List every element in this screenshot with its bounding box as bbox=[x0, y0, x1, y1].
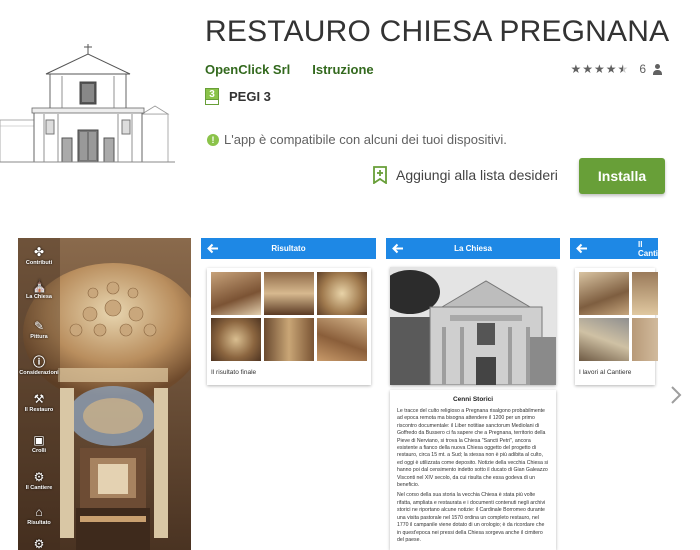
tools-icon: ⚒ bbox=[33, 392, 45, 406]
app-bar: Risultato bbox=[201, 238, 376, 259]
chevron-right-icon[interactable] bbox=[669, 384, 683, 406]
home-icon: ⌂ bbox=[35, 505, 43, 519]
frame-icon: ▣ bbox=[33, 433, 45, 447]
photo-grid-card[interactable]: I lavori al Cantiere bbox=[575, 268, 658, 385]
menu-label: Considerazioni bbox=[19, 370, 59, 376]
grid-photo[interactable] bbox=[211, 272, 261, 315]
pegi-badge-icon: 3 bbox=[205, 88, 219, 105]
app-bar-title: La Chiesa bbox=[454, 244, 492, 253]
menu-item-contributi[interactable]: ✤ Contributi bbox=[18, 246, 60, 266]
brush-icon: ✎ bbox=[33, 319, 45, 333]
menu-label: Il Restauro bbox=[24, 407, 54, 413]
menu-item-considerazioni[interactable]: ⓘ Considerazioni bbox=[18, 356, 60, 376]
back-arrow-icon[interactable] bbox=[207, 243, 219, 254]
star-icon: ★ bbox=[594, 62, 605, 76]
grid-photo[interactable] bbox=[264, 318, 314, 361]
pegi-label: PEGI 3 bbox=[229, 89, 271, 104]
rating: ★ ★ ★ ★ ★ 6 bbox=[570, 62, 662, 76]
grid-photo[interactable] bbox=[632, 272, 658, 315]
compatibility-text: L'app è compatibile con alcuni dei tuoi … bbox=[224, 132, 507, 147]
back-arrow-icon[interactable] bbox=[392, 243, 404, 254]
grid-photo[interactable] bbox=[579, 318, 629, 361]
grid-photo[interactable] bbox=[579, 272, 629, 315]
menu-label: Crolli bbox=[31, 448, 47, 454]
content-rating: 3 PEGI 3 bbox=[205, 88, 271, 105]
menu-label: La Chiesa bbox=[26, 294, 52, 300]
history-paragraph: Nel corso della sua storia la vecchia Ch… bbox=[397, 492, 546, 543]
history-heading: Cenni Storici bbox=[452, 396, 494, 403]
screenshot-church-interior[interactable]: ✤ Contributi ⛪ La Chiesa ✎ Pittura ⓘ Con… bbox=[18, 238, 191, 550]
church-icon: ⛪ bbox=[32, 279, 47, 293]
grid-caption: I lavori al Cantiere bbox=[579, 369, 632, 376]
bookmark-add-icon bbox=[373, 166, 387, 185]
menu-label: Il Cantiere bbox=[25, 485, 53, 491]
crane-icon: ⚙ bbox=[33, 470, 45, 484]
half-star-icon: ★ bbox=[617, 62, 629, 76]
history-paragraph: Le tracce del culto religioso a Pregnana… bbox=[397, 408, 549, 489]
grid-photo[interactable] bbox=[632, 318, 658, 361]
fan-icon: ✤ bbox=[33, 245, 45, 259]
compatibility-notice: ! L'app è compatibile con alcuni dei tuo… bbox=[207, 132, 507, 147]
grid-photo[interactable] bbox=[317, 318, 367, 361]
app-title: RESTAURO CHIESA PREGNANA bbox=[205, 15, 670, 48]
menu-item-more[interactable]: ⚙ bbox=[18, 538, 60, 550]
church-facade-image bbox=[390, 267, 556, 385]
app-bar-title: Risultato bbox=[271, 244, 306, 253]
menu-item-pittura[interactable]: ✎ Pittura bbox=[18, 320, 60, 340]
grid-photo[interactable] bbox=[264, 272, 314, 315]
history-text-card: Cenni Storici Le tracce del culto religi… bbox=[390, 390, 556, 550]
menu-item-il-restauro[interactable]: ⚒ Il Restauro bbox=[18, 393, 60, 413]
wishlist-button[interactable]: Aggiungi alla lista desideri bbox=[373, 166, 558, 185]
person-icon bbox=[653, 63, 662, 75]
app-icon bbox=[0, 42, 180, 167]
grid-photo[interactable] bbox=[211, 318, 261, 361]
wishlist-label: Aggiungi alla lista desideri bbox=[396, 167, 558, 183]
menu-label: Pittura bbox=[30, 334, 48, 340]
info-icon: ! bbox=[207, 133, 219, 146]
menu-label: Risultato bbox=[27, 520, 51, 526]
menu-item-risultato[interactable]: ⌂ Risultato bbox=[18, 506, 60, 526]
gear-icon: ⚙ bbox=[33, 537, 45, 550]
install-button[interactable]: Installa bbox=[579, 158, 665, 194]
category-link[interactable]: Istruzione bbox=[312, 62, 373, 77]
app-bar: La Chiesa bbox=[386, 238, 560, 259]
star-icon: ★ bbox=[570, 62, 582, 76]
back-arrow-icon[interactable] bbox=[576, 243, 588, 254]
screenshot-la-chiesa[interactable]: La Chiesa Cenni Storici Le tracce del cu… bbox=[386, 238, 560, 550]
app-bar-title: Il Cantiere bbox=[638, 239, 658, 258]
menu-item-crolli[interactable]: ▣ Crolli bbox=[18, 434, 60, 454]
rating-count: 6 bbox=[639, 62, 646, 76]
photo-grid-card[interactable]: Il risultato finale bbox=[207, 268, 371, 385]
star-icon: ★ bbox=[605, 62, 617, 76]
menu-label: Contributi bbox=[25, 260, 53, 266]
screenshot-risultato[interactable]: Risultato Il risultato finale bbox=[201, 238, 376, 550]
star-icon: ★ bbox=[582, 62, 594, 76]
menu-item-la-chiesa[interactable]: ⛪ La Chiesa bbox=[18, 280, 60, 300]
app-meta: OpenClick Srl Istruzione bbox=[205, 62, 374, 77]
info-icon: ⓘ bbox=[32, 355, 45, 369]
grid-photo[interactable] bbox=[317, 272, 367, 315]
grid-caption: Il risultato finale bbox=[211, 369, 257, 376]
screenshot-il-cantiere[interactable]: Il Cantiere I lavori al Cantiere bbox=[570, 238, 658, 550]
developer-link[interactable]: OpenClick Srl bbox=[205, 62, 290, 77]
app-bar: Il Cantiere bbox=[570, 238, 658, 259]
menu-item-il-cantiere[interactable]: ⚙ Il Cantiere bbox=[18, 471, 60, 491]
church-facade-photo[interactable] bbox=[390, 267, 556, 385]
